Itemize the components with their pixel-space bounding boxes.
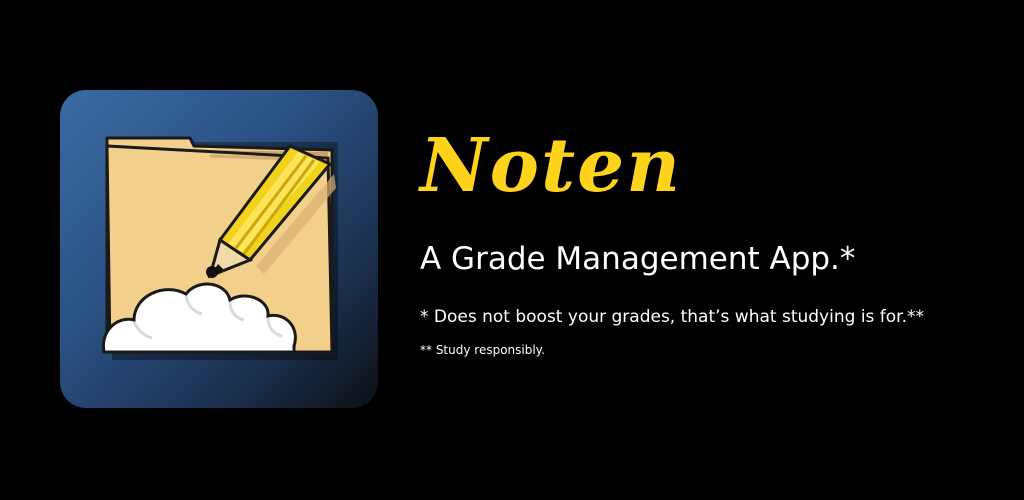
tagline: A Grade Management App.* <box>420 241 856 277</box>
footnote-disclaimer: * Does not boost your grades, that’s wha… <box>420 307 925 327</box>
notebook-pencil-cloud-icon <box>101 136 338 360</box>
text-block: Noten A Grade Management App.* * Does no… <box>420 118 1010 356</box>
feature-banner: Noten A Grade Management App.* * Does no… <box>0 0 1024 500</box>
app-icon <box>60 90 378 408</box>
footnote-study-responsibly: ** Study responsibly. <box>420 343 545 357</box>
app-title: Noten <box>420 123 683 209</box>
